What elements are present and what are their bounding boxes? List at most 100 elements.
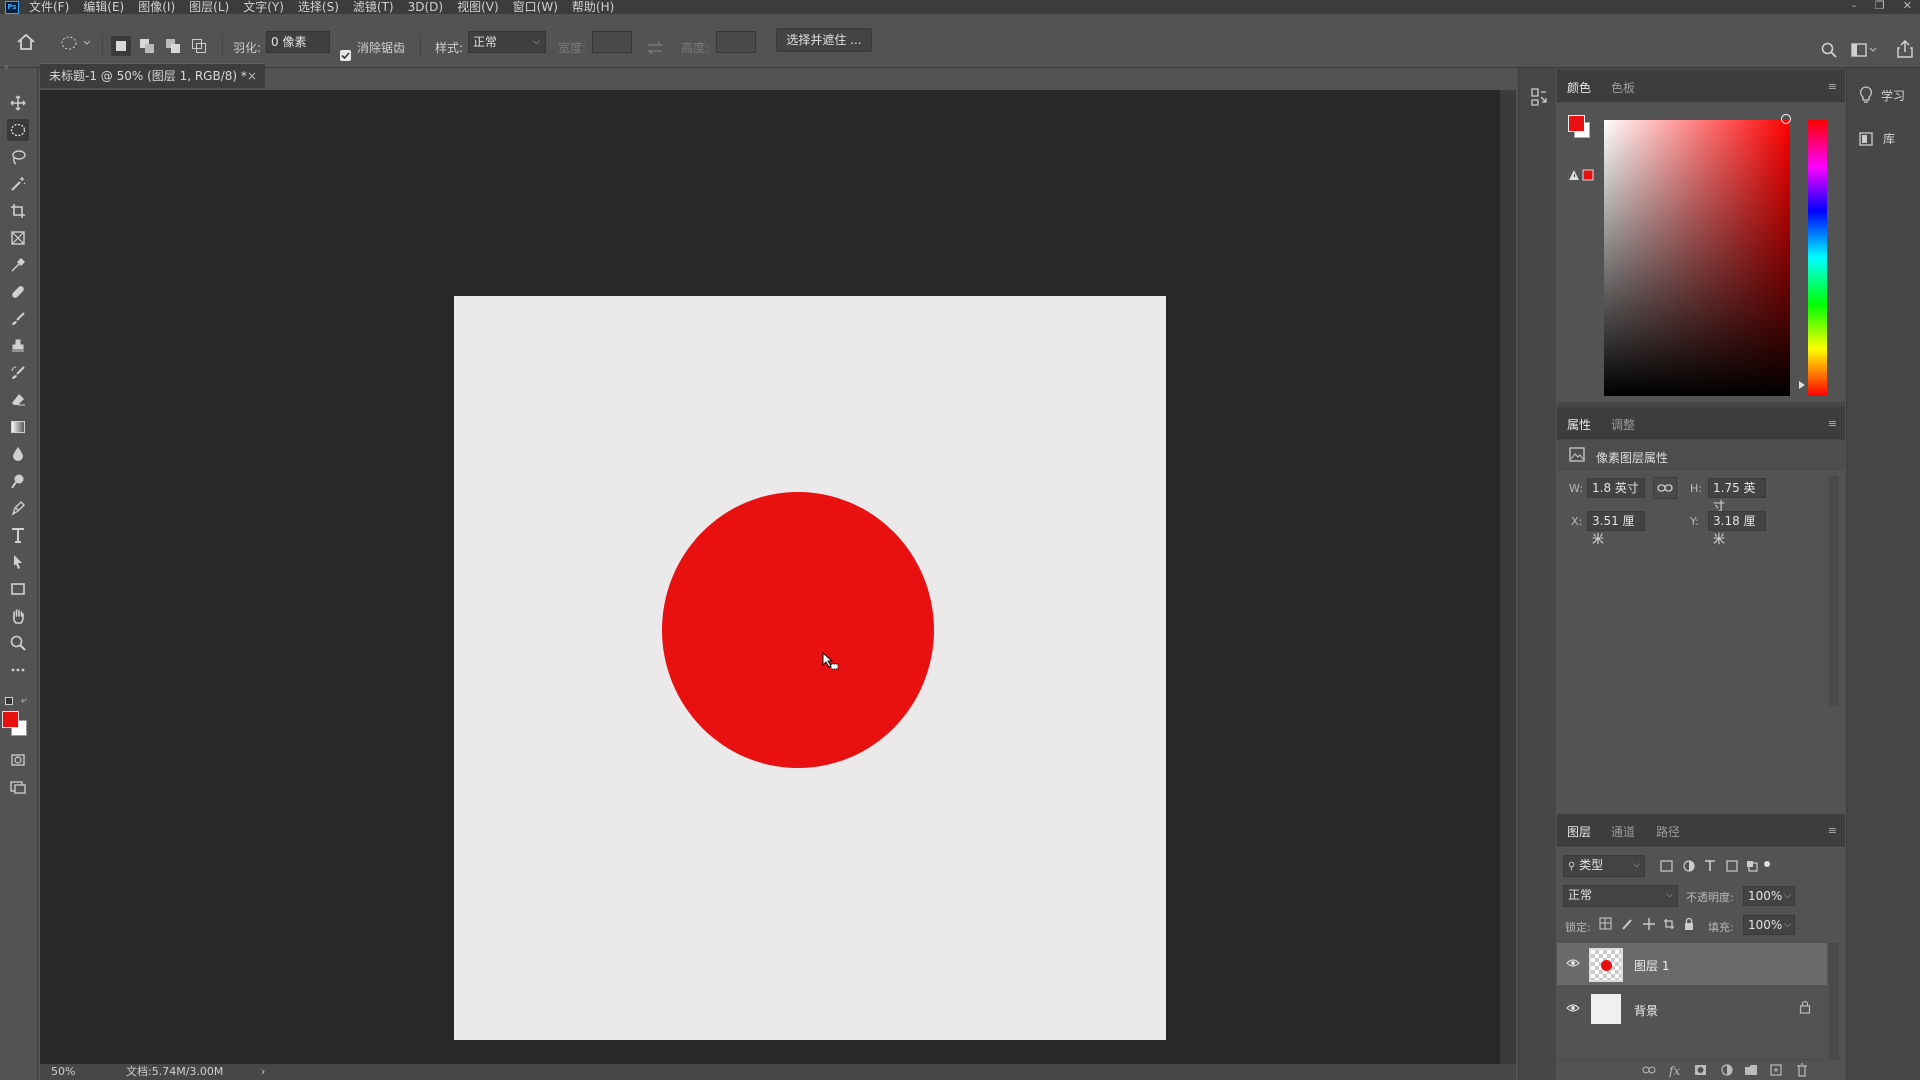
brush-tool[interactable]	[7, 308, 29, 330]
dodge-tool[interactable]	[7, 470, 29, 492]
menu-item[interactable]: 选择(S)	[298, 0, 339, 14]
height-prop-input[interactable]: 1.75 英寸	[1708, 478, 1766, 513]
menu-item[interactable]: 视图(V)	[457, 0, 499, 14]
layer-row[interactable]: 图层 1	[1557, 943, 1827, 985]
width-prop-input[interactable]: 1.8 英寸	[1587, 478, 1645, 498]
move-tool[interactable]	[7, 92, 29, 114]
panel-foreground-swatch[interactable]	[1568, 115, 1585, 132]
tab-channels[interactable]: 通道	[1611, 823, 1635, 840]
fill-input[interactable]: 100% ⌵	[1743, 915, 1795, 935]
more-tools-icon[interactable]	[7, 659, 29, 681]
close-window-icon[interactable]: ✕	[1903, 0, 1912, 12]
intersect-selection-button[interactable]	[189, 36, 209, 56]
eye-icon[interactable]	[1566, 1002, 1580, 1014]
path-selection-tool[interactable]	[7, 551, 29, 573]
healing-brush-tool[interactable]	[7, 281, 29, 303]
blend-mode-select[interactable]: 正常 ⌵	[1563, 885, 1678, 907]
menu-item[interactable]: 3D(D)	[408, 0, 443, 14]
blur-tool[interactable]	[7, 443, 29, 465]
tab-color[interactable]: 颜色	[1567, 79, 1591, 96]
layer-row[interactable]: 背景	[1557, 988, 1827, 1030]
menu-item[interactable]: 图层(L)	[189, 0, 229, 14]
menu-item[interactable]: 窗口(W)	[513, 0, 558, 14]
new-selection-button[interactable]	[111, 36, 131, 56]
style-select[interactable]: 正常 ⌵	[468, 31, 546, 53]
menu-item[interactable]: 滤镜(T)	[353, 0, 394, 14]
status-arrow-icon[interactable]: ›	[261, 1064, 265, 1080]
workspace-scrollbar[interactable]	[1500, 90, 1516, 1064]
history-brush-tool[interactable]	[7, 362, 29, 384]
home-icon[interactable]	[15, 32, 37, 52]
foreground-color-swatch[interactable]	[2, 711, 19, 728]
tab-adjustments[interactable]: 调整	[1611, 416, 1635, 433]
workspace-icon[interactable]	[1851, 43, 1877, 57]
menu-item[interactable]: 文字(Y)	[243, 0, 284, 14]
subtract-selection-button[interactable]	[163, 36, 183, 56]
canvas[interactable]	[454, 296, 1166, 1040]
learn-panel-button[interactable]: 学习	[1859, 86, 1905, 104]
tab-properties[interactable]: 属性	[1567, 416, 1591, 433]
crop-tool[interactable]	[7, 200, 29, 222]
ellipse-marquee-preset-icon[interactable]	[60, 35, 92, 51]
document-tab[interactable]: 未标题-1 @ 50% (图层 1, RGB/8) * ×	[40, 63, 265, 88]
layer-name[interactable]: 背景	[1634, 1002, 1658, 1019]
opacity-input[interactable]: 100% ⌵	[1743, 886, 1795, 906]
history-panel-icon[interactable]	[1531, 88, 1547, 106]
select-and-mask-button[interactable]: 选择并遮住 ...	[776, 28, 872, 52]
height-input[interactable]	[716, 31, 756, 53]
layer-filter-select[interactable]: ⚲ 类型 ⌵	[1563, 855, 1645, 877]
magic-wand-tool[interactable]	[7, 173, 29, 195]
frame-tool[interactable]	[7, 227, 29, 249]
zoom-tool[interactable]	[7, 632, 29, 654]
hue-slider[interactable]	[1808, 120, 1827, 396]
feather-input[interactable]: 0 像素	[266, 31, 330, 53]
layer-footer-icons[interactable]: fx	[1641, 1063, 1831, 1077]
eraser-tool[interactable]	[7, 389, 29, 411]
library-panel-button[interactable]: 库	[1859, 130, 1895, 147]
gradient-tool[interactable]	[7, 416, 29, 438]
eyedropper-tool[interactable]	[7, 254, 29, 276]
default-colors-icon[interactable]	[5, 697, 13, 705]
menu-item[interactable]: 编辑(E)	[83, 0, 124, 14]
rectangle-tool[interactable]	[7, 578, 29, 600]
share-icon[interactable]	[1897, 40, 1913, 58]
screen-mode-icon[interactable]	[7, 776, 29, 798]
elliptical-marquee-tool[interactable]	[7, 119, 29, 141]
add-selection-button[interactable]	[137, 36, 157, 56]
pen-tool[interactable]	[7, 497, 29, 519]
link-icon[interactable]	[1653, 477, 1677, 499]
swap-colors-icon[interactable]: ⤶	[21, 695, 27, 706]
layer-name[interactable]: 图层 1	[1634, 957, 1669, 974]
quick-mask-icon[interactable]	[7, 749, 29, 771]
width-input[interactable]	[592, 31, 632, 53]
tab-layers[interactable]: 图层	[1567, 823, 1591, 840]
lasso-tool[interactable]	[7, 146, 29, 168]
lock-icon[interactable]	[1799, 1000, 1811, 1014]
hand-tool[interactable]	[7, 605, 29, 627]
y-prop-input[interactable]: 3.18 厘米	[1708, 511, 1766, 546]
red-circle-shape[interactable]	[662, 492, 934, 768]
document-workspace[interactable]	[40, 90, 1500, 1064]
antialias-checkbox[interactable]	[340, 50, 351, 61]
collapse-tools-icon[interactable]: »	[4, 62, 9, 71]
saturation-brightness-field[interactable]	[1604, 120, 1790, 396]
panel-menu-icon[interactable]: ≡	[1828, 824, 1837, 837]
panel-menu-icon[interactable]: ≡	[1828, 80, 1837, 93]
tab-swatches[interactable]: 色板	[1611, 79, 1635, 96]
tab-paths[interactable]: 路径	[1656, 823, 1680, 840]
restore-icon[interactable]: ❐	[1875, 0, 1885, 12]
out-of-gamut-warning-icon[interactable]	[1569, 169, 1595, 181]
menu-item[interactable]: 图像(I)	[138, 0, 175, 14]
panel-menu-icon[interactable]: ≡	[1828, 417, 1837, 430]
properties-scrollbar[interactable]	[1829, 476, 1839, 706]
eye-icon[interactable]	[1566, 957, 1580, 969]
clone-stamp-tool[interactable]	[7, 335, 29, 357]
hue-slider-thumb[interactable]	[1799, 381, 1805, 389]
color-picker-handle[interactable]	[1781, 114, 1791, 124]
menu-item[interactable]: 文件(F)	[29, 0, 69, 14]
minimize-icon[interactable]: –	[1851, 0, 1857, 12]
zoom-level[interactable]: 50%	[51, 1064, 75, 1080]
swap-dimensions-icon[interactable]	[646, 41, 664, 55]
search-icon[interactable]	[1821, 42, 1837, 58]
type-tool[interactable]	[7, 524, 29, 546]
